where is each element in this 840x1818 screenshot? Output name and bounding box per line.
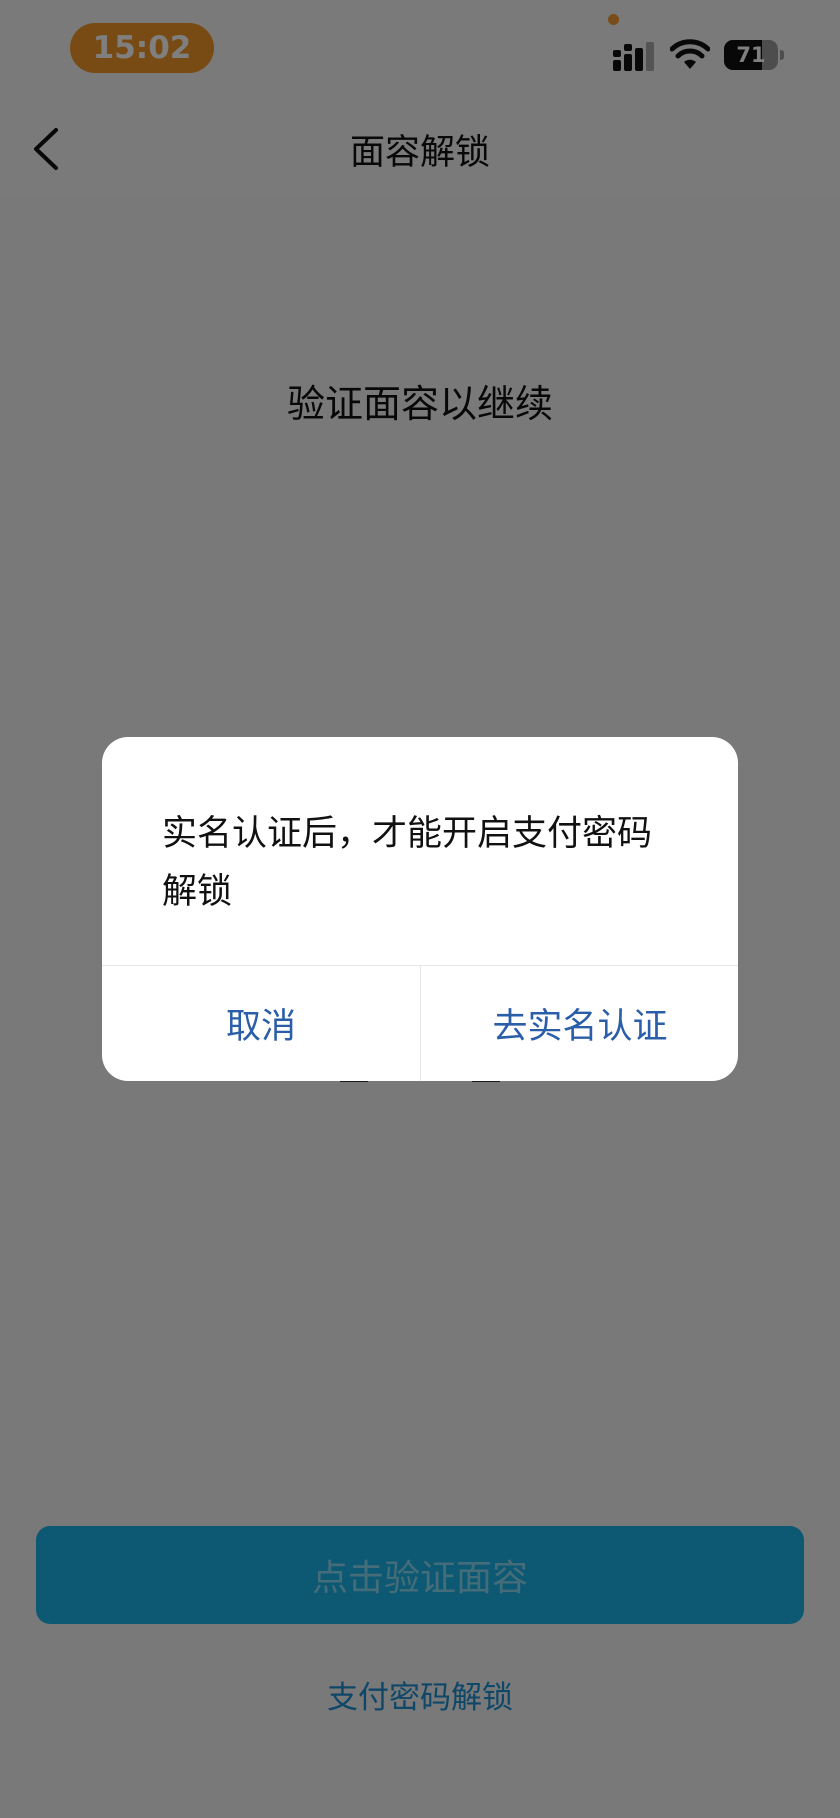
cancel-button[interactable]: 取消 xyxy=(102,966,420,1081)
go-verify-button[interactable]: 去实名认证 xyxy=(421,966,738,1081)
verification-dialog: 实名认证后，才能开启支付密码解锁 取消 去实名认证 xyxy=(102,737,738,1081)
dialog-message: 实名认证后，才能开启支付密码解锁 xyxy=(162,814,653,912)
